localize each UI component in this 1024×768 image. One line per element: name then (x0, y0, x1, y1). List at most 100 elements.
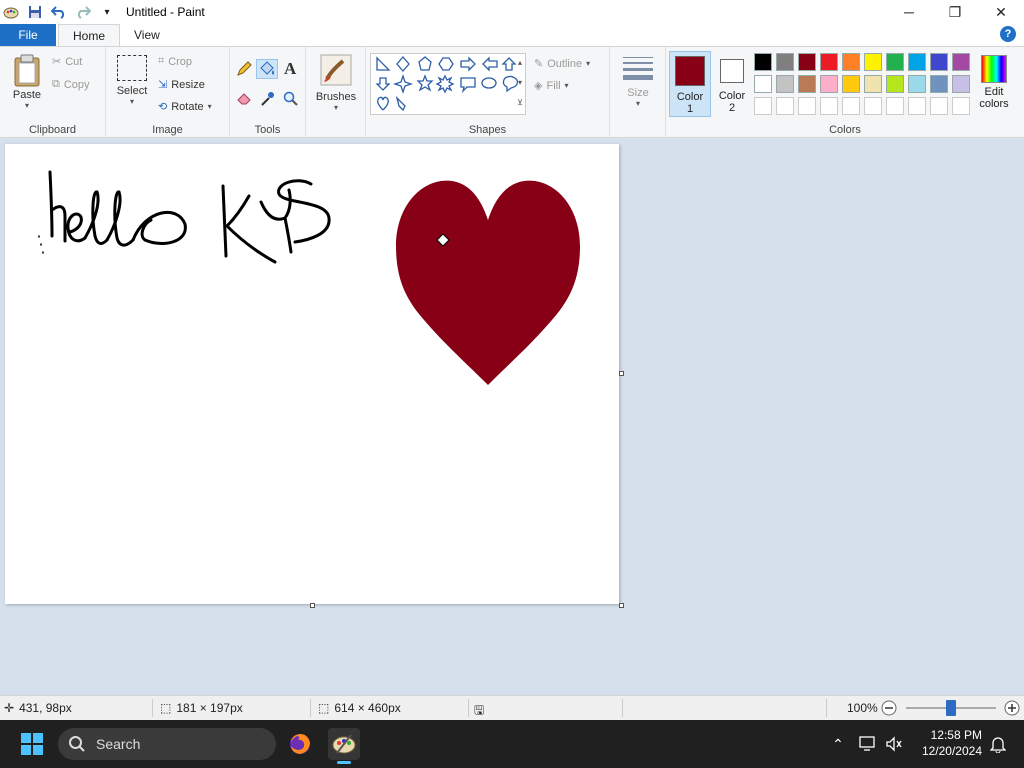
eraser-icon[interactable] (236, 91, 252, 105)
tools-group: A Tools (230, 47, 306, 139)
edit-colors-label: Edit colors (979, 86, 1009, 110)
minimize-button[interactable]: ─ (886, 0, 932, 24)
start-button[interactable] (16, 728, 48, 760)
paint-app-icon[interactable] (2, 3, 20, 21)
drawing-canvas[interactable] (5, 144, 619, 604)
crop-button[interactable]: ⌗ Crop (158, 55, 192, 68)
palette-swatch[interactable] (886, 75, 904, 93)
palette-swatch[interactable] (842, 97, 860, 115)
color-picker-icon[interactable] (260, 91, 274, 107)
redo-icon[interactable] (74, 3, 92, 21)
undo-icon[interactable] (50, 3, 68, 21)
palette-swatch[interactable] (776, 97, 794, 115)
brushes-caret: ▾ (333, 103, 338, 112)
resize-button[interactable]: ⇲ Resize (158, 78, 205, 92)
palette-swatch[interactable] (820, 97, 838, 115)
selection-size-text: 181 × 197px (176, 701, 243, 715)
tab-home[interactable]: Home (58, 24, 121, 46)
outline-button[interactable]: ✎ Outline ▾ (534, 57, 590, 71)
tab-view[interactable]: View (120, 24, 174, 46)
copy-button[interactable]: ⧉ Copy (52, 78, 90, 91)
text-icon[interactable]: A (284, 59, 296, 79)
palette-swatch[interactable] (952, 97, 970, 115)
image-group: Select ▾ ⌗ Crop ⇲ Resize ⟲ Rotate ▾ Imag… (106, 47, 230, 139)
palette-swatch[interactable] (842, 75, 860, 93)
palette-swatch[interactable] (952, 53, 970, 71)
canvas-drawing[interactable] (5, 144, 619, 604)
fill-shape-button[interactable]: ◈ Fill ▾ (534, 79, 569, 93)
notifications-icon[interactable] (982, 728, 1014, 760)
fill-icon[interactable] (256, 59, 278, 79)
resize-handle-corner[interactable] (619, 603, 624, 608)
palette-swatch[interactable] (908, 97, 926, 115)
palette-swatch[interactable] (930, 53, 948, 71)
edit-colors-button[interactable]: Edit colors (974, 55, 1014, 110)
palette-swatch[interactable] (776, 53, 794, 71)
palette-swatch[interactable] (820, 75, 838, 93)
close-button[interactable]: ✕ (978, 0, 1024, 24)
zoom-slider-thumb[interactable] (946, 700, 956, 716)
palette-swatch[interactable] (776, 75, 794, 93)
palette-swatch[interactable] (886, 97, 904, 115)
help-icon[interactable]: ? (1000, 26, 1016, 42)
palette-swatch[interactable] (820, 53, 838, 71)
cut-button[interactable]: ✂ Cut (52, 55, 82, 69)
shapes-group: ▴ ▾ ⊻ ✎ Outline ▾ ◈ Fill ▾ Shapes (366, 47, 610, 139)
palette-swatch[interactable] (930, 97, 948, 115)
palette-swatch[interactable] (798, 97, 816, 115)
palette-swatch[interactable] (864, 97, 882, 115)
rotate-caret: ▾ (207, 102, 212, 111)
size-group: Size ▾ (610, 47, 666, 139)
cursor-position-icon: ✛ (4, 701, 15, 715)
palette-swatch[interactable] (798, 75, 816, 93)
image-group-label: Image (152, 124, 183, 136)
drawing-l2 (105, 190, 135, 247)
resize-handle-right[interactable] (619, 371, 624, 376)
firefox-taskbar-button[interactable] (284, 728, 316, 760)
customize-qat-icon[interactable]: ▾ (98, 3, 116, 21)
rotate-button[interactable]: ⟲ Rotate ▾ (158, 100, 212, 114)
palette-swatch[interactable] (864, 53, 882, 71)
paint-taskbar-button[interactable] (328, 728, 360, 764)
tab-file[interactable]: File (0, 24, 56, 46)
image-size-icon: ⬚ (318, 701, 330, 715)
zoom-in-button[interactable] (1004, 700, 1020, 716)
magnifier-icon[interactable] (283, 91, 299, 107)
palette-swatch[interactable] (864, 75, 882, 93)
taskbar-clock[interactable]: 12:58 PM 12/20/2024 (922, 727, 982, 759)
palette-swatch[interactable] (754, 53, 772, 71)
color2-button[interactable]: Color 2 (714, 51, 750, 117)
color1-button[interactable]: Color 1 (669, 51, 711, 117)
taskbar-search[interactable]: Search (58, 728, 276, 760)
palette-swatch[interactable] (952, 75, 970, 93)
image-size-text: 614 × 460px (334, 701, 401, 715)
zoom-out-button[interactable] (881, 700, 897, 716)
palette-swatch[interactable] (930, 75, 948, 93)
select-caret: ▾ (129, 97, 134, 106)
volume-icon[interactable] (878, 728, 910, 760)
select-button[interactable]: Select ▾ (114, 55, 150, 106)
show-hidden-icons-button[interactable]: ⌃ (822, 728, 854, 760)
palette-swatch[interactable] (842, 53, 860, 71)
zoom-slider[interactable] (906, 700, 996, 716)
palette-swatch[interactable] (798, 53, 816, 71)
size-button[interactable]: Size ▾ (618, 55, 658, 108)
paste-button[interactable]: Paste ▾ (8, 53, 46, 110)
shapes-gallery-icons[interactable] (373, 54, 523, 114)
palette-swatch[interactable] (908, 53, 926, 71)
cursor-position: ✛ 431, 98px (4, 701, 72, 715)
palette-swatch[interactable] (886, 53, 904, 71)
crop-label: Crop (168, 55, 193, 68)
workspace (0, 139, 1024, 695)
shapes-scroll[interactable]: ▴ ▾ ⊻ (514, 53, 526, 115)
maximize-button[interactable]: ❐ (932, 0, 978, 24)
palette-swatch[interactable] (754, 97, 772, 115)
palette-swatch[interactable] (754, 75, 772, 93)
pencil-icon[interactable] (236, 61, 252, 77)
resize-icon: ⇲ (158, 79, 168, 91)
brushes-button[interactable]: Brushes ▾ (314, 53, 358, 112)
save-icon[interactable] (26, 3, 44, 21)
palette-swatch[interactable] (908, 75, 926, 93)
resize-handle-bottom[interactable] (310, 603, 315, 608)
select-label: Select (116, 85, 148, 97)
